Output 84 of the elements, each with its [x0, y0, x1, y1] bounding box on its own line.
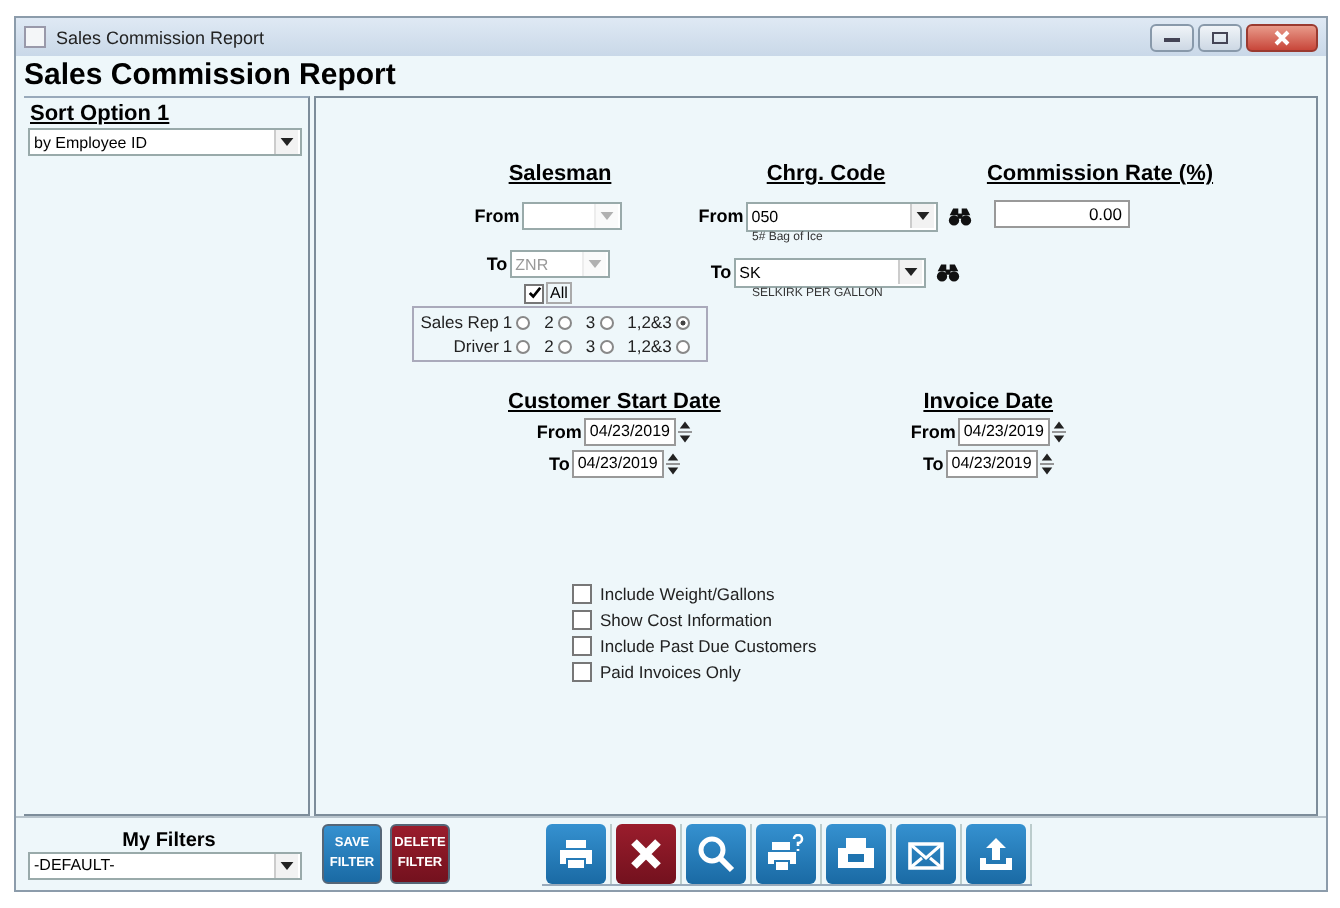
radio-button[interactable]	[516, 315, 531, 329]
checkbox-label: Include Past Due Customers	[600, 635, 817, 655]
checkbox-label: All	[546, 282, 572, 304]
report-heading: Sales Commission Report	[22, 56, 398, 96]
toolbar-button[interactable]	[756, 823, 816, 883]
close-icon	[626, 833, 666, 873]
radio-label: 2	[544, 312, 554, 332]
charge-code-heading: Chrg. Code	[766, 162, 886, 186]
date-heading: Customer Start Date	[508, 390, 721, 414]
app-icon	[24, 26, 46, 48]
printer-question-icon	[766, 833, 806, 873]
field-label: From	[474, 206, 520, 226]
toolbar-button[interactable]	[966, 823, 1026, 883]
radio-button[interactable]	[557, 315, 572, 329]
field-label: From	[698, 206, 744, 226]
sort-option-label: Sort Option 1	[30, 102, 172, 126]
date-field[interactable]: 04/23/2019	[583, 417, 676, 445]
radio-label: 1,2&3	[627, 336, 672, 356]
commission-rate-field[interactable]: 0.00	[994, 200, 1130, 228]
binoculars-icon[interactable]	[945, 202, 974, 230]
option-checkbox[interactable]	[572, 635, 592, 655]
all-checkbox[interactable]	[524, 283, 545, 303]
option-checkbox[interactable]	[572, 609, 592, 629]
charge-code-dropdown[interactable]: 050	[745, 201, 938, 231]
option-checkbox[interactable]	[572, 661, 592, 681]
radio-button[interactable]	[557, 339, 572, 353]
caret-icon	[599, 212, 614, 220]
radio-label: 3	[585, 336, 596, 356]
checkbox-label: Paid Invoices Only	[600, 661, 741, 681]
filter-dropdown[interactable]: -DEFAULT-	[28, 851, 302, 879]
charge-code-dropdown[interactable]: SK	[733, 257, 926, 287]
field-label: To	[922, 453, 944, 473]
radio-label: 1	[502, 312, 513, 332]
commission-rate-heading: Commission Rate (%)	[986, 162, 1214, 186]
radio-button[interactable]	[516, 339, 531, 353]
field-label: To	[549, 453, 570, 473]
radio-label: 1,2&3	[627, 312, 672, 332]
field-label: From	[536, 421, 582, 441]
spinner-button[interactable]	[677, 417, 692, 445]
spinner-button[interactable]	[1039, 449, 1054, 477]
field-label: To	[486, 254, 508, 274]
caret-icon	[903, 268, 918, 276]
radio-button[interactable]	[599, 339, 614, 353]
my-filters-label: My Filters	[120, 829, 218, 851]
checkbox-label: Show Cost Information	[600, 609, 772, 629]
sort-dropdown[interactable]: by Employee ID	[28, 128, 302, 156]
maximize-icon	[1210, 29, 1230, 45]
search-icon	[696, 833, 736, 873]
toolbar-button[interactable]	[896, 823, 956, 883]
radio-label: 1	[502, 336, 513, 356]
radio-button[interactable]	[599, 315, 614, 329]
field-label: From	[910, 421, 956, 441]
spinner-button[interactable]	[1051, 417, 1066, 445]
binoculars-icon[interactable]	[933, 258, 962, 286]
radio-label: 3	[585, 312, 596, 332]
radio-button[interactable]	[675, 339, 690, 353]
option-checkbox[interactable]	[572, 583, 592, 603]
caret-icon	[280, 861, 294, 869]
fax-icon	[836, 833, 876, 873]
minimize-button[interactable]	[1150, 23, 1194, 51]
toolbar-button[interactable]	[546, 823, 606, 883]
caret-icon	[280, 138, 294, 146]
window-title: Sales Commission Report	[56, 27, 265, 47]
spinner-button[interactable]	[665, 449, 680, 477]
radio-group-label: Sales Rep	[420, 312, 499, 332]
radio-button[interactable]	[675, 315, 690, 329]
upload-icon	[976, 833, 1016, 873]
salesman-heading: Salesman	[508, 162, 612, 186]
close-button[interactable]	[1246, 23, 1318, 51]
date-field[interactable]: 04/23/2019	[571, 449, 664, 477]
maximize-button[interactable]	[1198, 23, 1242, 51]
cancel-button[interactable]	[616, 823, 676, 883]
date-heading: Invoice Date	[923, 390, 1054, 414]
radio-group-label: Driver	[453, 336, 499, 356]
search-button[interactable]	[686, 823, 746, 883]
close-icon	[1272, 29, 1292, 45]
caret-icon	[915, 212, 930, 220]
checkbox-label: Include Weight/Gallons	[600, 583, 775, 603]
radio-label: 2	[544, 336, 554, 356]
date-field[interactable]: 04/23/2019	[945, 449, 1038, 477]
field-label: To	[710, 262, 732, 282]
date-field[interactable]: 04/23/2019	[957, 417, 1050, 445]
toolbar-button[interactable]	[826, 823, 886, 883]
caret-icon	[587, 260, 602, 268]
